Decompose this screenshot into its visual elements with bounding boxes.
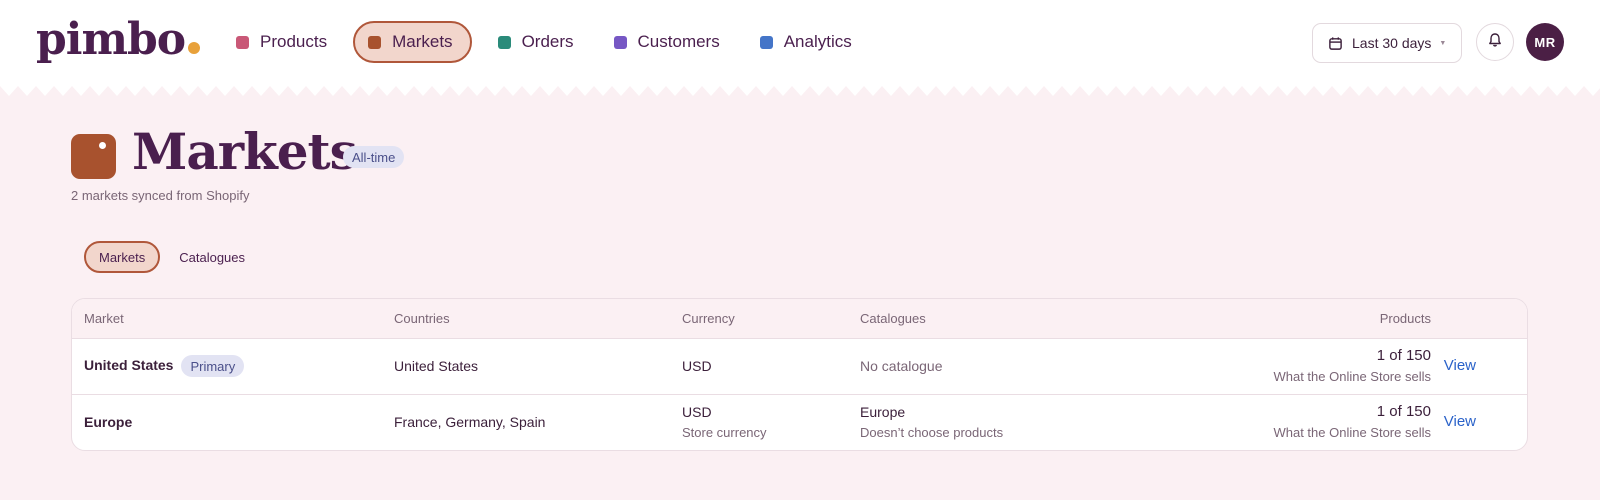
- products-color-icon: [236, 35, 249, 49]
- catalogue-cell: Europe Doesn’t choose products: [860, 404, 1003, 440]
- orders-color-icon: [497, 35, 511, 49]
- column-header-countries[interactable]: Countries: [394, 311, 450, 326]
- pimbo-logo[interactable]: pimbo: [36, 14, 201, 65]
- table-row[interactable]: United States Primary United States USD N…: [72, 339, 1527, 395]
- page-subtitle: 2 markets synced from Shopify: [71, 188, 250, 203]
- nav-item-products[interactable]: Products: [222, 21, 341, 63]
- primary-badge: Primary: [181, 355, 245, 377]
- products-count: 1 of 150: [1376, 403, 1431, 420]
- market-cell: United States Primary: [84, 355, 245, 377]
- tab-bar: Markets Catalogues: [84, 241, 264, 273]
- top-bar: pimbo Products Markets Orders Customers …: [0, 0, 1600, 86]
- countries-cell: France, Germany, Spain: [394, 414, 546, 430]
- catalogue-name: Europe: [860, 404, 906, 420]
- nav-item-label: Orders: [521, 32, 574, 51]
- markets-table: Market Countries Currency Catalogues Pro…: [71, 298, 1528, 451]
- countries-cell: United States: [394, 358, 479, 374]
- market-name: Europe: [84, 414, 133, 430]
- column-header-market[interactable]: Market: [84, 311, 124, 326]
- currency-code: USD: [682, 404, 712, 420]
- catalogue-cell: No catalogue: [860, 358, 943, 374]
- bell-icon: [1487, 32, 1503, 53]
- nav-item-customers[interactable]: Customers: [600, 21, 734, 63]
- table-row[interactable]: Europe France, Germany, Spain USD Store …: [72, 395, 1527, 450]
- column-header-products[interactable]: Products: [1380, 311, 1431, 326]
- caret-down-icon: ▼: [1439, 39, 1447, 47]
- view-link[interactable]: View: [1444, 357, 1476, 374]
- notifications-button[interactable]: [1476, 23, 1514, 61]
- logo-text: pimbo: [36, 14, 186, 65]
- products-note: What the Online Store sells: [1273, 425, 1431, 440]
- products-count: 1 of 150: [1376, 347, 1431, 364]
- analytics-color-icon: [759, 35, 773, 49]
- currency-note: Store currency: [682, 425, 767, 440]
- tab-markets[interactable]: Markets: [84, 241, 161, 273]
- customers-color-icon: [613, 35, 627, 49]
- products-cell: 1 of 150 What the Online Store sells: [1273, 347, 1431, 384]
- date-range-button[interactable]: Last 30 days ▼: [1312, 23, 1462, 63]
- nav-item-label: Analytics: [783, 32, 852, 51]
- market-name: United States: [84, 357, 174, 374]
- markets-page-icon: [71, 134, 116, 179]
- nav-item-label: Products: [260, 32, 328, 51]
- header-zigzag-border: [0, 84, 1600, 96]
- all-time-badge: All-time: [343, 146, 405, 168]
- view-link[interactable]: View: [1444, 413, 1476, 430]
- table-header: Market Countries Currency Catalogues Pro…: [72, 299, 1527, 339]
- tab-catalogues[interactable]: Catalogues: [166, 241, 258, 273]
- nav-item-label: Customers: [637, 32, 720, 51]
- catalogue-note: Doesn’t choose products: [860, 425, 1004, 440]
- main-nav: Products Markets Orders Customers Analyt…: [222, 20, 878, 64]
- user-avatar[interactable]: MR: [1526, 23, 1564, 61]
- page-title: Markets: [132, 122, 358, 181]
- date-range-label: Last 30 days: [1352, 35, 1432, 51]
- calendar-icon: [1328, 36, 1343, 51]
- nav-item-analytics[interactable]: Analytics: [746, 21, 866, 63]
- nav-item-label: Markets: [392, 32, 453, 51]
- currency-cell: USD: [682, 358, 712, 374]
- column-header-catalogues[interactable]: Catalogues: [860, 311, 926, 326]
- currency-cell: USD Store currency: [682, 404, 767, 440]
- products-note: What the Online Store sells: [1273, 369, 1431, 384]
- markets-color-icon: [368, 35, 382, 49]
- products-cell: 1 of 150 What the Online Store sells: [1273, 403, 1431, 440]
- column-header-currency[interactable]: Currency: [682, 311, 735, 326]
- nav-item-orders[interactable]: Orders: [484, 21, 588, 63]
- logo-dot: [188, 42, 201, 54]
- nav-item-markets[interactable]: Markets: [353, 21, 472, 63]
